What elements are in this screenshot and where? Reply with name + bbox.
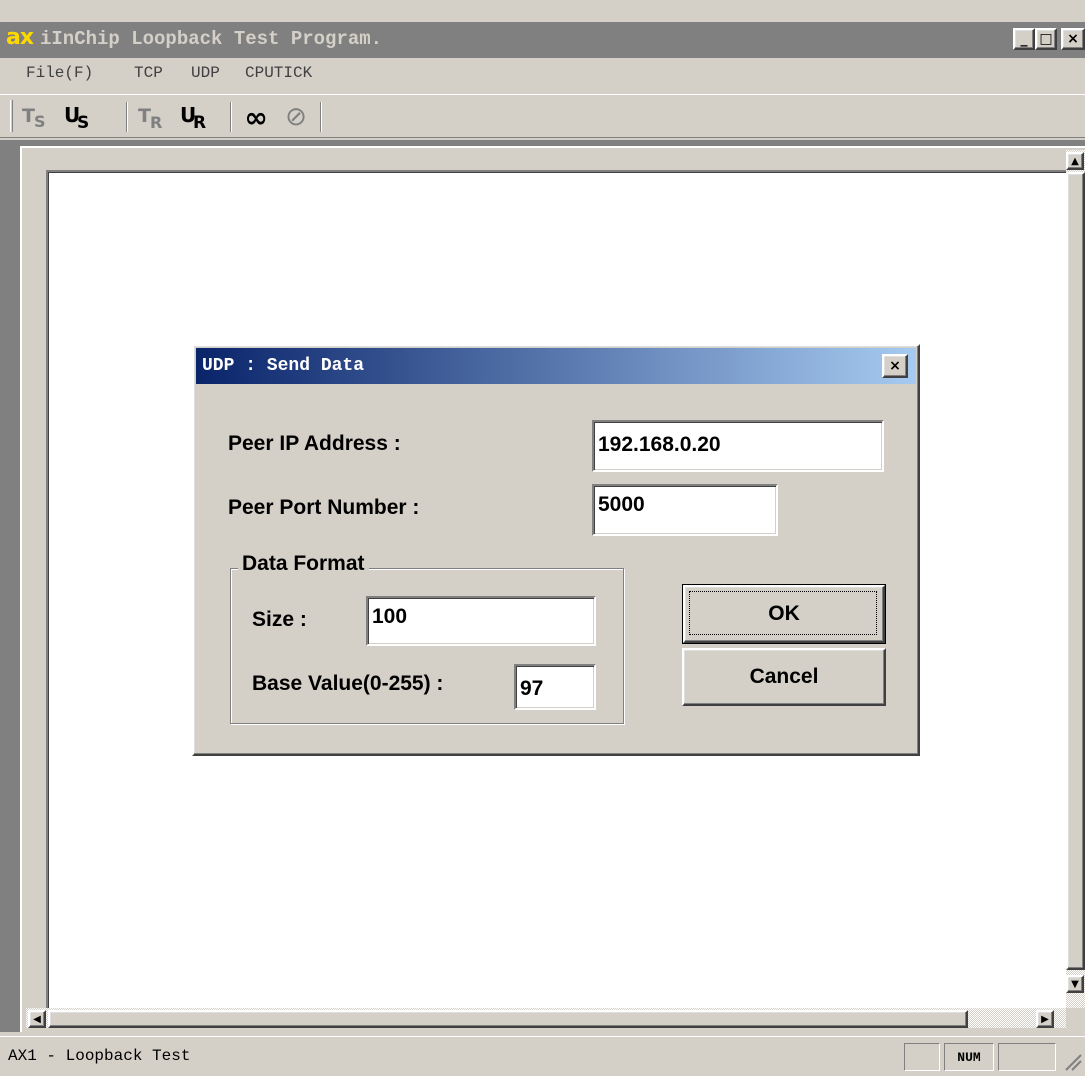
- peer-ip-label: Peer IP Address :: [228, 432, 401, 455]
- base-value-label: Base Value(0-255) :: [252, 672, 444, 695]
- scroll-right-button[interactable]: ▶: [1036, 1010, 1054, 1028]
- scroll-down-button[interactable]: ▼: [1066, 975, 1084, 993]
- dialog-close-button[interactable]: ×: [882, 354, 908, 378]
- title-bar: ax iInChip Loopback Test Program. _ □ ×: [0, 22, 1085, 58]
- focus-rectangle: [689, 591, 877, 635]
- toolbar-separator: [230, 102, 232, 132]
- dialog-title-bar: UDP : Send Data ×: [196, 348, 916, 384]
- cancel-button[interactable]: Cancel: [682, 648, 886, 706]
- tcp-send-icon[interactable]: TS: [18, 100, 56, 134]
- window-title: iInChip Loopback Test Program.: [40, 28, 383, 50]
- svg-text:S: S: [77, 113, 89, 131]
- toolbar-separator: [126, 102, 128, 132]
- loop-icon[interactable]: ∞: [238, 100, 274, 134]
- stop-icon[interactable]: ⊘: [278, 100, 314, 134]
- udp-receive-icon[interactable]: UR: [176, 100, 218, 134]
- menu-tcp[interactable]: TCP: [134, 64, 163, 82]
- menu-udp[interactable]: UDP: [191, 64, 220, 82]
- peer-ip-input[interactable]: 192.168.0.20: [592, 420, 884, 472]
- toolbar-grip: [10, 100, 13, 132]
- minimize-button[interactable]: _: [1013, 28, 1035, 50]
- maximize-button[interactable]: □: [1035, 28, 1057, 50]
- app-logo-icon: ax: [6, 25, 34, 50]
- status-pane-scrl: [998, 1043, 1056, 1071]
- status-text: AX1 - Loopback Test: [8, 1047, 191, 1065]
- close-button[interactable]: ×: [1061, 28, 1085, 50]
- menu-cputick[interactable]: CPUTICK: [245, 64, 312, 82]
- peer-port-input[interactable]: 5000: [592, 484, 778, 536]
- scroll-left-button[interactable]: ◀: [28, 1010, 46, 1028]
- ok-button-face: OK: [683, 585, 885, 643]
- horizontal-scroll-thumb[interactable]: [48, 1010, 968, 1028]
- udp-send-icon[interactable]: US: [60, 100, 100, 134]
- scroll-thumb[interactable]: [1066, 172, 1085, 970]
- peer-port-label: Peer Port Number :: [228, 496, 420, 519]
- dialog-title: UDP : Send Data: [202, 356, 365, 376]
- svg-text:R: R: [150, 113, 162, 131]
- svg-text:R: R: [193, 113, 206, 131]
- data-format-label: Data Format: [238, 552, 369, 576]
- cancel-button-label: Cancel: [749, 665, 819, 688]
- num-lock-indicator: NUM: [957, 1049, 981, 1065]
- toolbar-separator: [320, 102, 322, 132]
- menu-file[interactable]: File(F): [26, 64, 93, 82]
- resize-grip-icon[interactable]: [1062, 1051, 1082, 1071]
- status-pane-caps: [904, 1043, 940, 1071]
- base-value-input[interactable]: 97: [514, 664, 596, 710]
- ok-button[interactable]: OK: [682, 584, 886, 644]
- scroll-up-button[interactable]: ▲: [1066, 152, 1084, 170]
- status-bar: AX1 - Loopback Test NUM: [0, 1036, 1085, 1074]
- udp-send-dialog: UDP : Send Data × Peer IP Address : 192.…: [192, 344, 920, 756]
- size-input[interactable]: 100: [366, 596, 596, 646]
- tcp-receive-icon[interactable]: TR: [134, 100, 174, 134]
- status-pane-num: NUM: [944, 1043, 994, 1071]
- size-label: Size :: [252, 608, 307, 631]
- svg-text:S: S: [34, 112, 46, 131]
